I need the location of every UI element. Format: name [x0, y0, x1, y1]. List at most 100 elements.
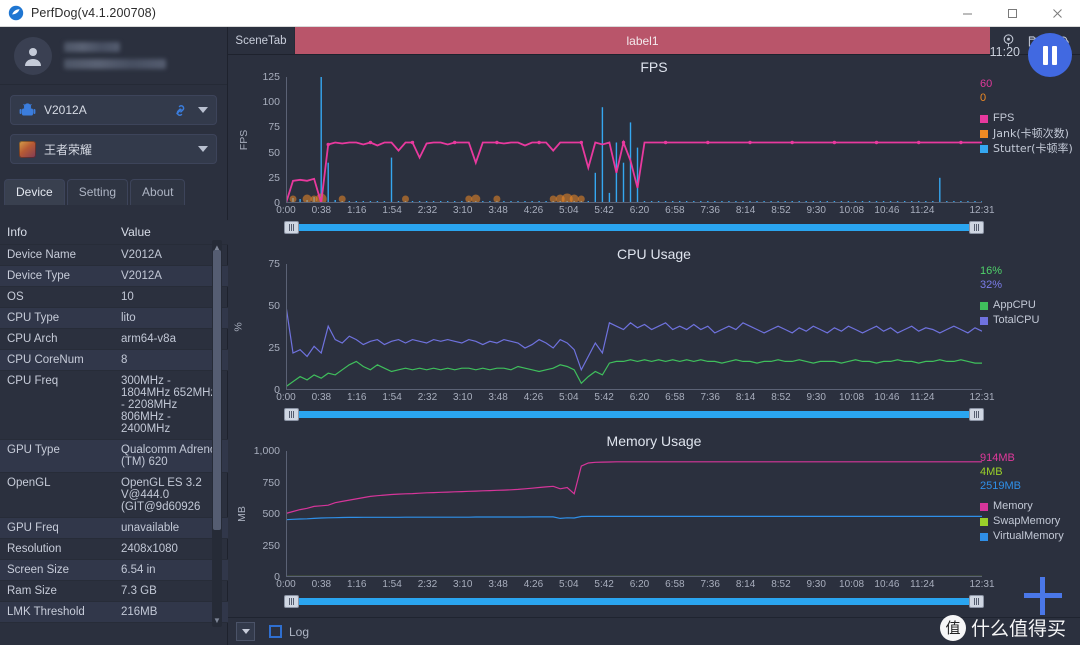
info-key: GPU Freq: [0, 517, 114, 539]
chevron-down-icon[interactable]: [198, 107, 208, 113]
legend-item[interactable]: TotalCPU: [980, 313, 1076, 328]
legend-swatch: [980, 316, 988, 325]
legend-item[interactable]: AppCPU: [980, 298, 1076, 313]
legend-item[interactable]: FPS: [980, 111, 1076, 126]
maximize-button[interactable]: [990, 0, 1035, 26]
table-row[interactable]: Ram Size 7.3 GB: [0, 580, 228, 602]
label-tab[interactable]: label1: [294, 27, 990, 54]
main-panel: SceneTab label1 FPS FPS 0 25 50 75 100 125 0:00 0…: [228, 27, 1080, 645]
table-row[interactable]: Resolution 2408x1080: [0, 538, 228, 560]
device-select[interactable]: V2012A: [10, 95, 217, 125]
legend-label: SwapMemory: [993, 515, 1061, 527]
tab-device[interactable]: Device: [4, 179, 65, 205]
legend-item[interactable]: Stutter(卡顿率): [980, 141, 1076, 156]
table-row[interactable]: Screen Size 6.54 in: [0, 559, 228, 581]
x-tick-label: 1:16: [346, 392, 367, 403]
legend-item[interactable]: Memory: [980, 499, 1076, 514]
x-tick-label: 0:00: [276, 205, 296, 216]
x-tick-label: 2:32: [417, 579, 438, 590]
chart-legend: 16% 32% AppCPU TotalCPU: [980, 264, 1076, 328]
info-key: CPU Freq: [0, 370, 114, 440]
table-row[interactable]: OpenGL OpenGL ES 3.2 V@444.0 (GIT@9d60926: [0, 472, 228, 518]
y-axis-line: [286, 451, 287, 577]
slider-handle-left[interactable]: [284, 595, 299, 608]
log-checkbox-box[interactable]: [269, 625, 282, 638]
slider-track[interactable]: [286, 598, 982, 605]
pause-button[interactable]: [1028, 33, 1072, 77]
info-value: V2012A: [114, 265, 228, 287]
x-axis-line: [286, 389, 982, 390]
table-row[interactable]: CPU CoreNum 8: [0, 349, 228, 371]
slider-handle-right[interactable]: [969, 408, 984, 421]
legend-current-value: 4MB: [980, 466, 1003, 478]
table-row[interactable]: CPU Arch arm64-v8a: [0, 328, 228, 350]
info-value: 10: [114, 286, 228, 308]
slider-handle-left[interactable]: [284, 408, 299, 421]
x-tick-label: 11:24: [910, 392, 935, 403]
x-tick-label: 5:42: [594, 205, 614, 216]
scroll-up-icon[interactable]: ▲: [212, 242, 222, 252]
time-range-slider[interactable]: [284, 408, 984, 421]
x-tick-label: 4:26: [523, 205, 544, 216]
tab-setting[interactable]: Setting: [66, 179, 129, 205]
bottom-bar: Log 值 什么值得买: [228, 614, 1080, 645]
legend-item[interactable]: Jank(卡顿次数): [980, 126, 1076, 141]
table-row[interactable]: CPU Freq 300MHz - 1804MHz 652MHz - 2208MH…: [0, 370, 228, 440]
plot-area: [286, 451, 982, 577]
usb-link-icon[interactable]: [172, 102, 189, 119]
close-button[interactable]: [1035, 0, 1080, 26]
slider-handle-right[interactable]: [969, 595, 984, 608]
tab-about[interactable]: About: [130, 179, 186, 205]
legend-swatch: [980, 129, 988, 138]
scrollbar-thumb[interactable]: [213, 250, 221, 530]
add-chart-button[interactable]: [1024, 577, 1062, 615]
table-row[interactable]: Device Type V2012A: [0, 265, 228, 287]
table-row[interactable]: CPU Type lito: [0, 307, 228, 329]
log-checkbox[interactable]: Log: [269, 625, 309, 639]
table-row[interactable]: OS 10: [0, 286, 228, 308]
table-row[interactable]: GPU Type Qualcomm Adreno (TM) 620: [0, 439, 228, 473]
x-tick-label: 6:58: [665, 205, 685, 216]
table-row[interactable]: Device Name V2012A: [0, 244, 228, 266]
user-profile[interactable]: [0, 27, 227, 85]
x-axis-line: [286, 202, 982, 203]
legend-swatch: [980, 517, 988, 526]
slider-handle-left[interactable]: [284, 221, 299, 234]
log-checkbox-label: Log: [289, 624, 310, 639]
slider-handle-right[interactable]: [969, 221, 984, 234]
x-tick-label: 7:36: [700, 579, 720, 590]
table-row[interactable]: GPU Freq unavailable: [0, 517, 228, 539]
minimize-button[interactable]: [945, 0, 990, 26]
info-key: CPU CoreNum: [0, 349, 114, 371]
legend-label: FPS: [993, 112, 1015, 124]
time-range-slider[interactable]: [284, 595, 984, 608]
legend-label: Stutter(卡顿率): [993, 142, 1073, 155]
x-tick-label: 0:00: [276, 392, 296, 403]
app-select[interactable]: 王者荣耀: [10, 134, 217, 164]
x-tick-label: 8:14: [735, 205, 756, 216]
slider-track[interactable]: [286, 224, 982, 231]
legend-item[interactable]: VirtualMemory: [980, 529, 1076, 544]
sidebar-scrollbar[interactable]: [212, 240, 222, 627]
scene-tab[interactable]: SceneTab: [228, 27, 294, 54]
chevron-down-icon[interactable]: [198, 146, 208, 152]
profile-name-redacted: [64, 42, 120, 52]
avatar: [14, 36, 52, 75]
x-tick-label: 0:38: [311, 579, 332, 590]
x-tick-label: 12:31: [969, 579, 995, 590]
x-tick-label: 0:38: [311, 392, 332, 403]
slider-track[interactable]: [286, 411, 982, 418]
x-tick-label: 9:30: [806, 392, 826, 403]
chart-title: Memory Usage: [606, 433, 702, 449]
bottom-dropdown-button[interactable]: [236, 622, 255, 641]
x-tick-label: 3:48: [488, 205, 508, 216]
legend-item[interactable]: SwapMemory: [980, 514, 1076, 529]
x-tick-label: 0:38: [311, 205, 332, 216]
scroll-down-icon[interactable]: ▼: [212, 615, 222, 625]
y-tick-label: 100: [262, 96, 280, 109]
time-range-slider[interactable]: [284, 221, 984, 234]
device-info-table-wrapper: Info Value Device Name V2012A Device Type V…: [0, 220, 228, 645]
watermark-mark: 值: [939, 614, 966, 641]
x-tick-label: 1:16: [346, 579, 367, 590]
table-row[interactable]: LMK Threshold 216MB: [0, 601, 228, 623]
